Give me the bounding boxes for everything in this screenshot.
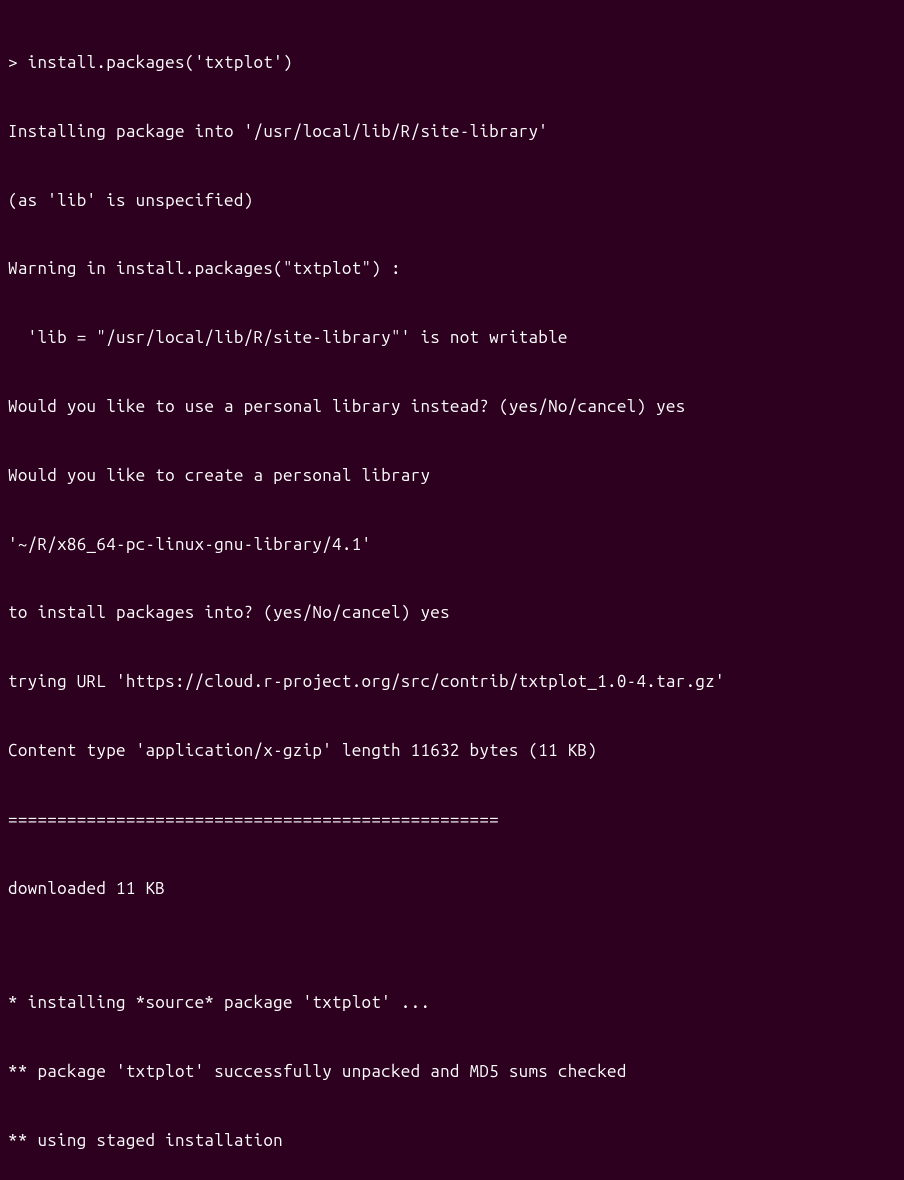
terminal-line: ** using staged installation (8, 1130, 896, 1153)
terminal-line: downloaded 11 KB (8, 878, 896, 901)
terminal-output[interactable]: > install.packages('txtplot') Installing… (8, 6, 896, 1180)
terminal-line: Warning in install.packages("txtplot") : (8, 258, 896, 281)
terminal-line: Would you like to use a personal library… (8, 396, 896, 419)
terminal-line: (as 'lib' is unspecified) (8, 190, 896, 213)
terminal-line: '~/R/x86_64-pc-linux-gnu-library/4.1' (8, 534, 896, 557)
terminal-line: Would you like to create a personal libr… (8, 465, 896, 488)
terminal-line: * installing *source* package 'txtplot' … (8, 992, 896, 1015)
terminal-line: trying URL 'https://cloud.r-project.org/… (8, 671, 896, 694)
terminal-line: 'lib = "/usr/local/lib/R/site-library"' … (8, 327, 896, 350)
terminal-line: to install packages into? (yes/No/cancel… (8, 602, 896, 625)
terminal-line: Installing package into '/usr/local/lib/… (8, 121, 896, 144)
terminal-line: ** package 'txtplot' successfully unpack… (8, 1061, 896, 1084)
terminal-line: > install.packages('txtplot') (8, 52, 896, 75)
terminal-line: Content type 'application/x-gzip' length… (8, 740, 896, 763)
terminal-line: ========================================… (8, 809, 896, 832)
